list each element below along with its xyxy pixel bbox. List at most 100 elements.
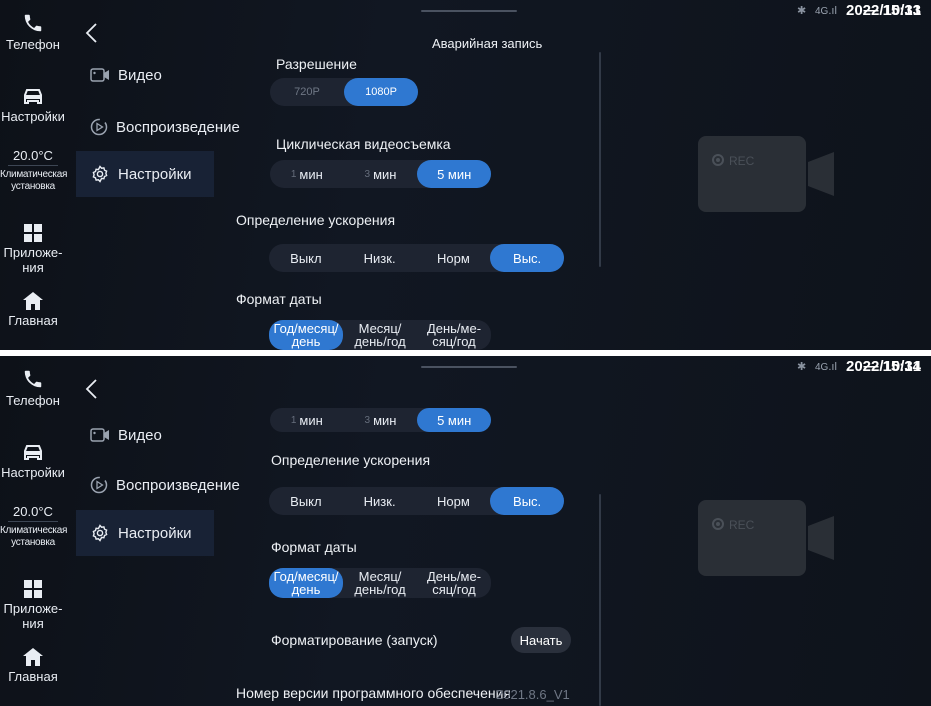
loop-recording-label: Циклическая видеосъемка xyxy=(276,136,451,152)
loop-option-1min[interactable]: 1 мин xyxy=(270,160,344,188)
nav-apps-label-line2: ния xyxy=(22,616,44,631)
menu-item-video[interactable]: Видео xyxy=(76,412,214,458)
loop-option-3min[interactable]: 3 мин xyxy=(344,160,418,188)
nav-apps[interactable]: Приложе- ния xyxy=(0,224,66,275)
software-version-value: 2021.8.6_V1 xyxy=(496,687,570,702)
back-chevron-icon[interactable] xyxy=(84,378,100,400)
screen-panel-1: Телефон Настройки 20.0°C Климатическая у… xyxy=(0,0,931,350)
bluetooth-icon: ✱ xyxy=(797,361,807,373)
climate-label-line2: установка xyxy=(11,537,55,548)
bluetooth-icon: ✱ xyxy=(797,5,807,17)
resolution-option-720p[interactable]: 720P xyxy=(270,78,344,106)
menu-item-video-label: Видео xyxy=(118,66,162,84)
loop-option-5min[interactable]: 5 мин xyxy=(417,408,492,432)
accel-option-off[interactable]: Выкл xyxy=(269,487,343,515)
accel-option-normal[interactable]: Норм xyxy=(417,487,491,515)
menu-item-settings-label: Настройки xyxy=(118,524,192,542)
side-nav: Телефон Настройки 20.0°C Климатическая у… xyxy=(0,356,68,706)
nav-apps[interactable]: Приложе- ния xyxy=(0,580,66,631)
nav-home-label: Главная xyxy=(8,669,58,684)
nav-phone-label: Телефон xyxy=(6,37,60,52)
nav-phone[interactable]: Телефон xyxy=(0,368,66,408)
scrollbar[interactable] xyxy=(599,52,601,267)
accel-option-low[interactable]: Низк. xyxy=(343,244,417,272)
date-format-option-mdy[interactable]: Месяц/день/год xyxy=(343,320,417,350)
climate-label-line1: Климатическая xyxy=(0,525,68,536)
resolution-option-1080p[interactable]: 1080P xyxy=(344,78,418,106)
scrollbar[interactable] xyxy=(599,494,601,706)
accel-option-off[interactable]: Выкл xyxy=(269,244,343,272)
back-chevron-icon[interactable] xyxy=(84,22,100,44)
loop-option-3min[interactable]: 3 мин xyxy=(344,408,418,432)
resolution-label: Разрешение xyxy=(276,56,357,72)
gear-icon xyxy=(90,523,110,543)
date-format-option-mdy[interactable]: Месяц/день/год xyxy=(343,568,417,598)
nav-apps-label-line2: ния xyxy=(22,260,44,275)
loop-option-5min[interactable]: 5 мин xyxy=(417,160,492,188)
accel-option-high[interactable]: Выс. xyxy=(490,244,564,272)
camera-preview-icon: REC xyxy=(698,500,834,576)
temperature-divider xyxy=(8,165,58,166)
nav-phone[interactable]: Телефон xyxy=(0,12,66,52)
phone-icon xyxy=(24,370,42,388)
date-format-option-ymd[interactable]: Год/месяц/день xyxy=(269,320,343,350)
menu-item-playback-label: Воспроизведение xyxy=(116,476,240,494)
menu-item-video-label: Видео xyxy=(118,426,162,444)
date-format-option-ymd[interactable]: Год/месяц/день xyxy=(269,568,343,598)
climate-label-line2: установка xyxy=(11,181,55,192)
playback-icon xyxy=(90,475,108,495)
date-format-segmented: Год/месяц/день Месяц/день/год День/ме-ся… xyxy=(269,568,491,598)
date-format-segmented: Год/месяц/день Месяц/день/год День/ме-ся… xyxy=(269,320,491,350)
status-time: — 15:14 xyxy=(863,358,921,375)
menu-item-settings-label: Настройки xyxy=(118,165,192,183)
apps-grid-icon xyxy=(24,580,42,598)
menu-item-playback-label: Воспроизведение xyxy=(116,118,240,136)
loop-option-3-num: 3 xyxy=(364,168,371,180)
nav-settings[interactable]: Настройки xyxy=(0,442,66,480)
format-start-button[interactable]: Начать xyxy=(511,627,571,653)
drag-handle[interactable] xyxy=(421,10,517,12)
nav-home[interactable]: Главная xyxy=(0,292,66,328)
menu-item-settings[interactable]: Настройки xyxy=(76,151,214,197)
nav-settings-label: Настройки xyxy=(1,465,65,480)
signal-icon: 4G.ıl xyxy=(815,5,837,17)
nav-phone-label: Телефон xyxy=(6,393,60,408)
date-format-dmy-line2: сяц/год xyxy=(432,582,476,597)
menu-item-settings[interactable]: Настройки xyxy=(76,510,214,556)
date-format-label: Формат даты xyxy=(236,291,322,307)
loop-option-1-num: 1 xyxy=(290,414,297,426)
climate-label-line1: Климатическая xyxy=(0,169,68,180)
loop-option-1-unit: мин xyxy=(299,166,323,182)
menu-item-playback[interactable]: Воспроизведение xyxy=(76,104,240,150)
date-format-option-dmy[interactable]: День/ме-сяц/год xyxy=(417,320,491,350)
rec-label: REC xyxy=(729,518,755,532)
accel-option-normal[interactable]: Норм xyxy=(417,244,491,272)
loop-option-1min[interactable]: 1 мин xyxy=(270,408,344,432)
menu-item-playback[interactable]: Воспроизведение xyxy=(76,462,240,508)
loop-recording-segmented: 1 мин 3 мин 5 мин xyxy=(270,408,492,432)
car-icon xyxy=(24,89,42,104)
drag-handle[interactable] xyxy=(421,366,517,368)
playback-icon xyxy=(90,117,108,137)
accel-detection-segmented: Выкл Низк. Норм Выс. xyxy=(269,244,564,272)
date-format-option-dmy[interactable]: День/ме-сяц/год xyxy=(417,568,491,598)
nav-apps-label-line1: Приложе- xyxy=(3,245,63,260)
status-time: — 15:13 xyxy=(863,2,921,19)
apps-grid-icon xyxy=(24,224,42,242)
temperature-divider xyxy=(8,521,58,522)
nav-settings[interactable]: Настройки xyxy=(0,86,66,124)
nav-climate[interactable]: 20.0°C Климатическая установка xyxy=(0,504,68,549)
phone-icon xyxy=(24,14,42,32)
accel-option-low[interactable]: Низк. xyxy=(343,487,417,515)
side-nav: Телефон Настройки 20.0°C Климатическая у… xyxy=(0,0,68,350)
emergency-record-title: Аварийная запись xyxy=(432,36,543,51)
loop-option-3-unit: мин xyxy=(373,166,397,182)
date-format-label: Формат даты xyxy=(271,539,357,555)
nav-climate[interactable]: 20.0°C Климатическая установка xyxy=(0,148,68,193)
menu-item-video[interactable]: Видео xyxy=(76,52,214,98)
home-icon xyxy=(23,648,43,666)
date-format-dmy-line2: сяц/год xyxy=(432,334,476,349)
accel-option-high[interactable]: Выс. xyxy=(490,487,564,515)
network-type: 4G xyxy=(815,362,829,373)
nav-home[interactable]: Главная xyxy=(0,648,66,684)
